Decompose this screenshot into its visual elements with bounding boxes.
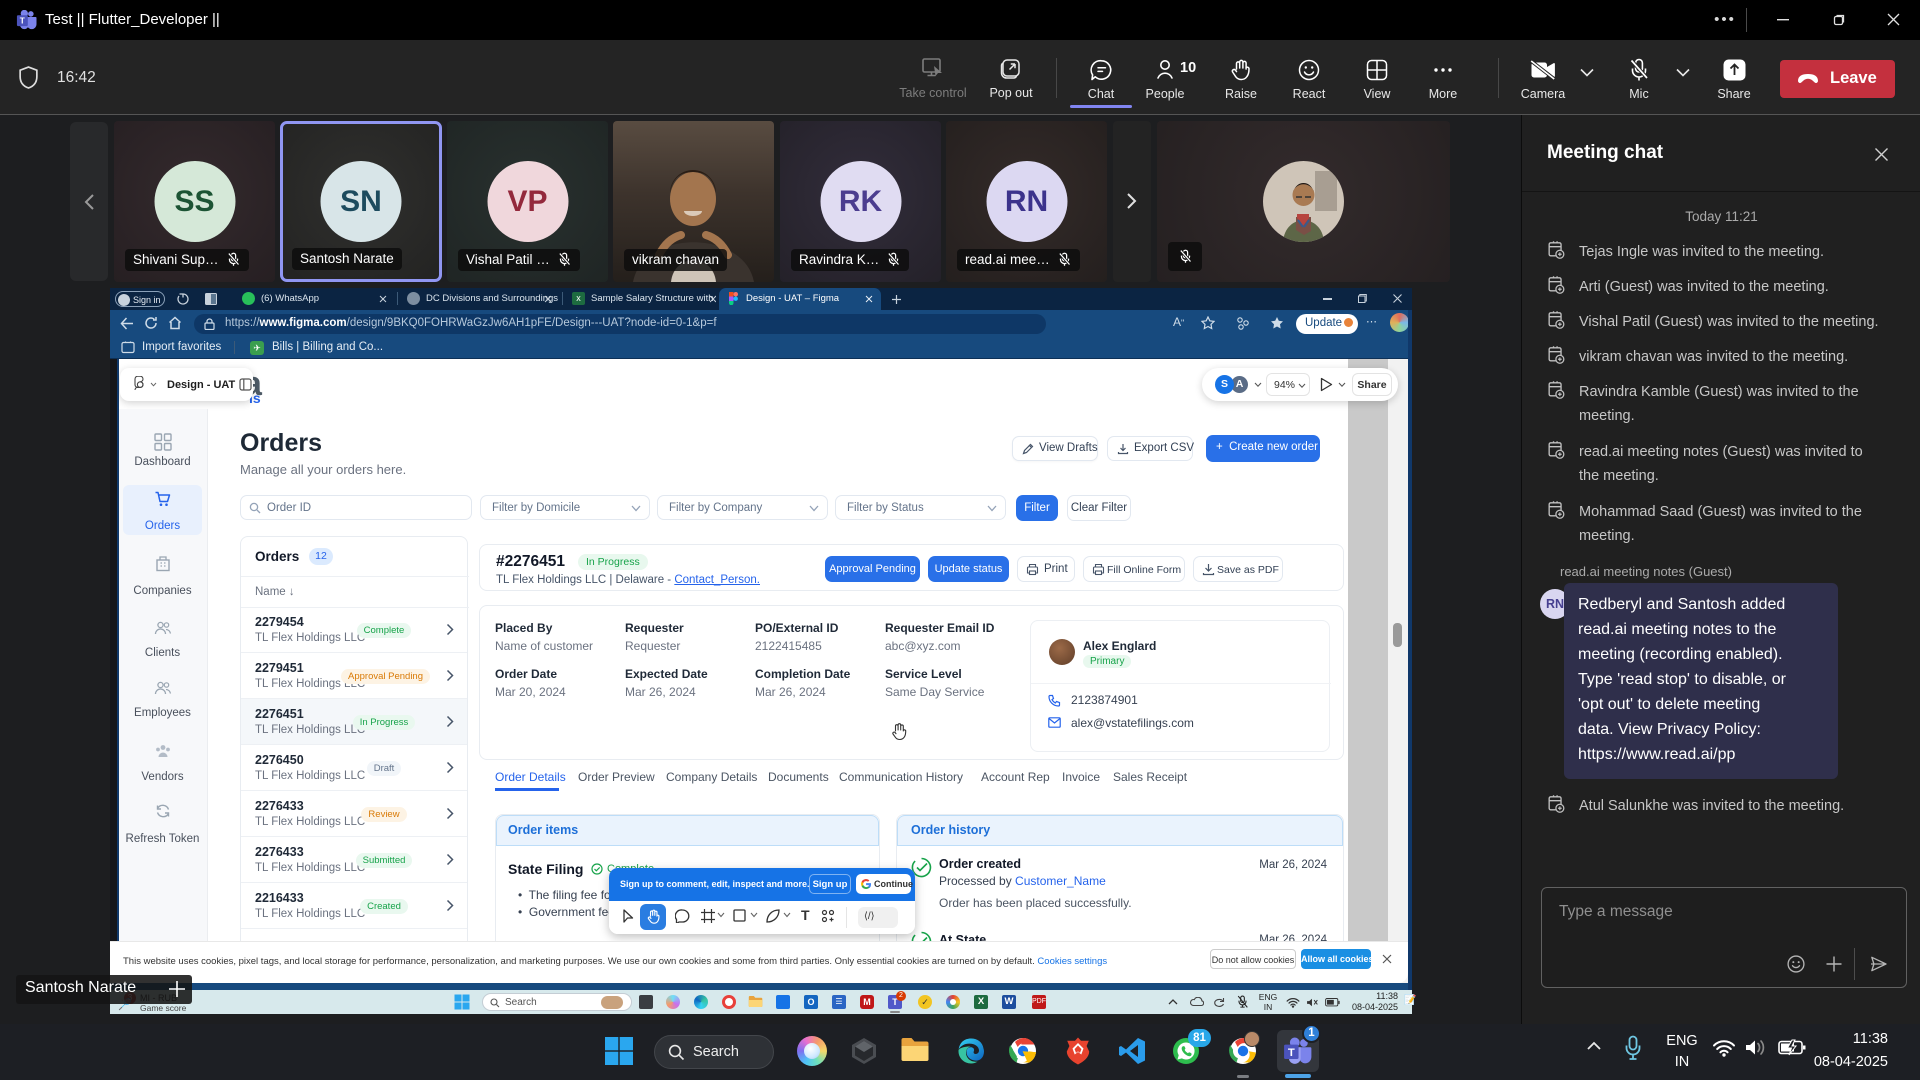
svg-text:T: T (20, 17, 25, 26)
svg-text:T: T (1288, 1047, 1295, 1059)
